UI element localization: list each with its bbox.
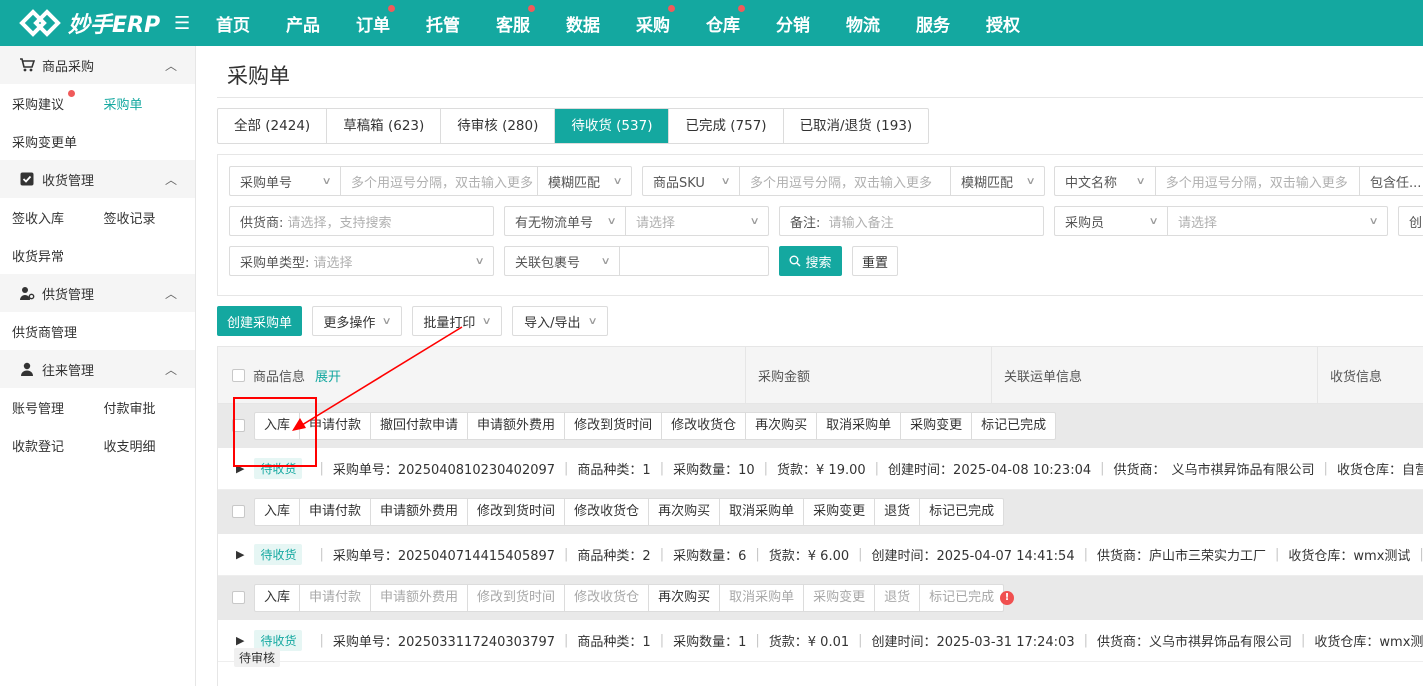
annotation-arrow-icon xyxy=(292,326,463,431)
